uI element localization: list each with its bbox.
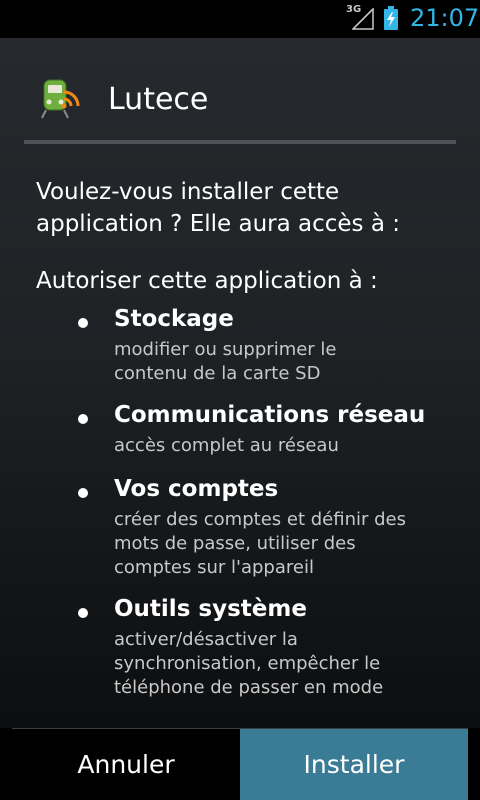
permission-desc: accès complet au réseau xyxy=(114,435,339,456)
train-rss-icon xyxy=(41,79,80,119)
install-prompt: Voulez-vous installer cette application … xyxy=(36,179,400,237)
bullet-icon xyxy=(78,318,88,328)
clock: 21:07 xyxy=(410,4,480,32)
install-button[interactable]: Installer xyxy=(240,729,468,800)
permission-desc: activer/désactiver la synchronisation, e… xyxy=(114,629,384,698)
bullet-icon xyxy=(78,414,88,424)
permission-title: Communications réseau xyxy=(114,402,426,428)
cancel-button[interactable]: Annuler xyxy=(12,729,240,800)
permission-title: Vos comptes xyxy=(114,476,279,502)
app-name: Lutece xyxy=(108,82,209,117)
permission-title: Stockage xyxy=(114,306,234,332)
bullet-icon xyxy=(78,488,88,498)
header-divider xyxy=(24,140,456,144)
bullet-icon xyxy=(78,608,88,618)
install-dialog: Lutece Voulez-vous installer cette appli… xyxy=(0,38,480,728)
battery-charging-icon xyxy=(384,6,398,30)
dialog-header: Lutece xyxy=(0,38,480,142)
permission-desc: créer des comptes et définir des mots de… xyxy=(114,509,406,578)
signal-icon xyxy=(352,8,374,30)
button-bar: Annuler Installer xyxy=(0,728,480,800)
permission-title: Outils système xyxy=(114,596,307,622)
permissions-heading: Autoriser cette application à : xyxy=(36,268,378,294)
permission-desc: modifier ou supprimer le contenu de la c… xyxy=(114,339,337,384)
status-bar: 3G 21:07 xyxy=(0,0,480,38)
